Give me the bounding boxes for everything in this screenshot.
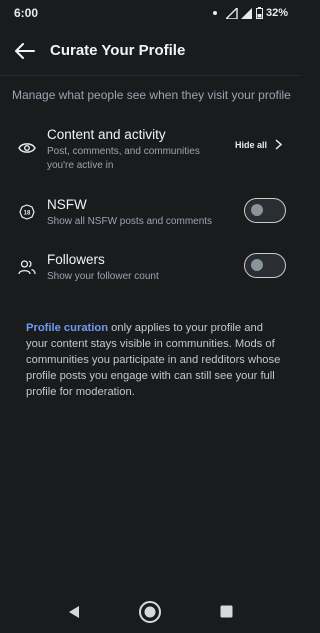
square-recents-icon	[220, 605, 232, 618]
users-icon	[16, 256, 38, 278]
back-button[interactable]	[14, 40, 36, 62]
nav-recents-button[interactable]	[213, 599, 239, 625]
nsfw-text: NSFW Show all NSFW posts and comments	[47, 197, 237, 229]
battery-level: 32%	[265, 7, 288, 19]
status-icons: 32%	[212, 7, 288, 19]
system-nav-bar	[0, 590, 300, 633]
setting-label: Content and activity	[47, 127, 166, 142]
triangle-back-icon	[69, 605, 79, 618]
page-subtitle: Manage what people see when they visit y…	[12, 88, 291, 102]
followers-row: Followers Show your follower count	[0, 252, 300, 286]
nav-home-button[interactable]	[137, 599, 163, 625]
signal-icon-2	[240, 7, 252, 19]
battery-icon	[255, 7, 263, 19]
toggle-knob	[251, 259, 263, 271]
setting-description: Show your follower count	[47, 271, 159, 282]
eye-icon	[16, 137, 38, 159]
setting-description: Post, comments, and communities you're a…	[47, 146, 200, 171]
followers-text: Followers Show your follower count	[47, 252, 237, 284]
nsfw-toggle[interactable]	[244, 198, 286, 223]
chevron-right-icon	[275, 139, 282, 150]
nav-back-button[interactable]	[61, 599, 87, 625]
nsfw-row: 18 NSFW Show all NSFW posts and comments	[0, 197, 300, 231]
content-activity-text: Content and activity Post, comments, and…	[47, 127, 217, 173]
home-circle-icon	[139, 600, 161, 623]
signal-icon	[225, 7, 238, 19]
profile-curation-link[interactable]: Profile curation	[26, 322, 108, 334]
arrow-left-icon	[15, 42, 35, 59]
status-time: 6:00	[14, 6, 39, 20]
setting-description: Show all NSFW posts and comments	[47, 216, 213, 227]
svg-text:18: 18	[24, 211, 31, 217]
setting-label: NSFW	[47, 197, 87, 212]
notification-dot-icon	[212, 11, 217, 15]
status-bar: 6:00 32%	[0, 0, 300, 26]
followers-toggle[interactable]	[244, 253, 286, 278]
hide-all-label: Hide all	[234, 139, 267, 150]
content-activity-row[interactable]: Content and activity Post, comments, and…	[0, 127, 300, 173]
profile-curation-note: Profile curation only applies to your pr…	[26, 320, 281, 400]
nsfw-18-icon: 18	[16, 201, 38, 223]
app-bar: Curate Your Profile	[0, 26, 300, 76]
page-title: Curate Your Profile	[50, 42, 186, 59]
hide-all-button[interactable]: Hide all	[235, 139, 282, 150]
setting-label: Followers	[47, 252, 105, 267]
toggle-knob	[251, 204, 263, 216]
